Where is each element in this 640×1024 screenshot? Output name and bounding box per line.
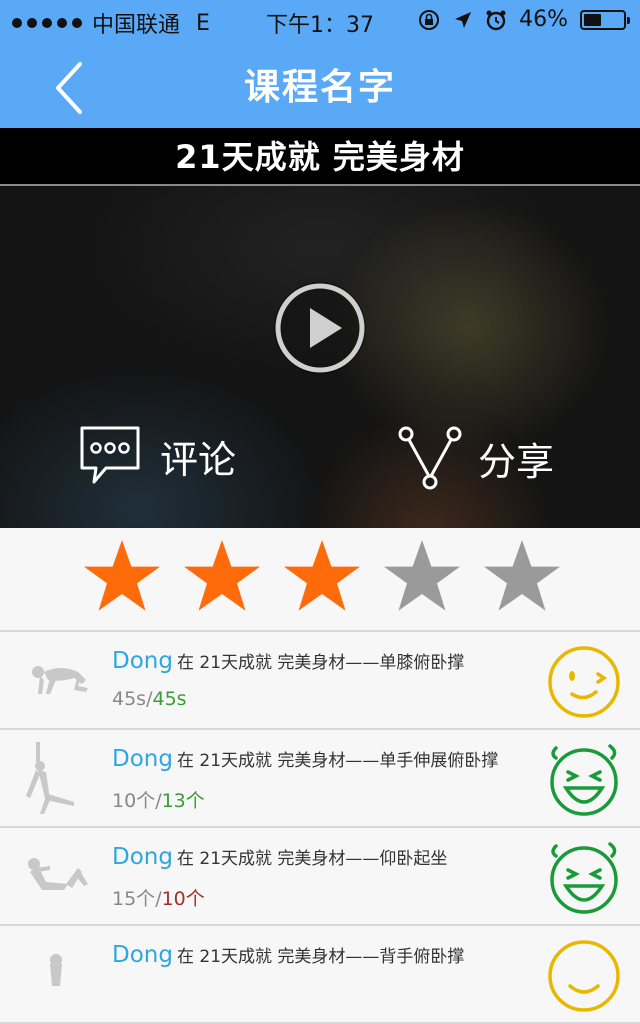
course-title-banner: 21天成就 完美身材: [0, 128, 640, 186]
play-icon: [274, 282, 366, 374]
comment-bubble-icon: [80, 426, 140, 484]
situp-figure-icon: [28, 858, 88, 890]
battery-icon: [580, 9, 630, 30]
done-value: 45s: [152, 688, 187, 710]
user-name[interactable]: Dong: [112, 648, 173, 674]
comment-label: 评论: [160, 437, 237, 482]
location-arrow-icon: [455, 11, 472, 28]
battery-percent: 46%: [519, 7, 568, 32]
activity-text: Dong 在 21天成就 完美身材——单膝俯卧撑: [112, 648, 465, 674]
video-player: 21天成就 完美身材 评论 分享: [0, 128, 640, 528]
activity-progress: 15个/10个: [112, 888, 205, 910]
list-item[interactable]: Dong 在 21天成就 完美身材——仰卧起坐 15个/10个: [0, 828, 640, 926]
share-label: 分享: [478, 439, 555, 484]
page-title: 课程名字: [243, 67, 396, 108]
status-bar: 中国联通 E 下午1：37 46%: [0, 0, 640, 40]
laughing-face-icon: [550, 744, 618, 816]
activity-text: Dong 在 21天成就 完美身材——背手俯卧撑: [112, 942, 465, 968]
target-value: 45s: [112, 688, 147, 710]
star-icon-5[interactable]: [482, 538, 562, 618]
activity-progress: 10个/13个: [112, 790, 205, 812]
list-item[interactable]: Dong 在 21天成就 完美身材——背手俯卧撑: [0, 926, 640, 1024]
list-item[interactable]: Dong 在 21天成就 完美身材——单手伸展俯卧撑 10个/13个: [0, 730, 640, 828]
rotation-lock-icon: [419, 9, 440, 30]
done-value: 10个: [161, 888, 205, 910]
pushup-figure-icon: [50, 954, 62, 986]
activity-text: Dong 在 21天成就 完美身材——仰卧起坐: [112, 844, 448, 870]
user-name[interactable]: Dong: [112, 942, 173, 968]
target-value: 15个: [112, 888, 156, 910]
target-value: 10个: [112, 790, 156, 812]
kneeling-pushup-figure-icon: [32, 666, 88, 694]
user-name[interactable]: Dong: [112, 746, 173, 772]
star-icon-2[interactable]: [182, 538, 262, 618]
activity-text: Dong 在 21天成就 完美身材——单手伸展俯卧撑: [112, 746, 499, 772]
share-button[interactable]: 分享: [396, 424, 554, 492]
alarm-clock-icon: [486, 10, 506, 30]
list-item[interactable]: Dong 在 21天成就 完美身材——单膝俯卧撑 45s/45s: [0, 632, 640, 730]
star-icon-1[interactable]: [82, 538, 162, 618]
star-icon-4[interactable]: [382, 538, 462, 618]
side-plank-stretch-figure-icon: [26, 742, 74, 814]
play-button[interactable]: [272, 280, 368, 376]
activity-progress: 45s/45s: [112, 688, 187, 710]
star-icon-3[interactable]: [282, 538, 362, 618]
navigation-bar: 课程名字: [0, 40, 640, 128]
wink-face-icon: [548, 646, 620, 718]
done-value: 13个: [161, 790, 205, 812]
smile-face-icon: [548, 940, 620, 1012]
star-rating: [0, 528, 640, 632]
comment-button[interactable]: 评论: [78, 424, 236, 488]
user-name[interactable]: Dong: [112, 844, 173, 870]
share-icon: [398, 426, 462, 490]
laughing-face-icon: [550, 842, 618, 914]
